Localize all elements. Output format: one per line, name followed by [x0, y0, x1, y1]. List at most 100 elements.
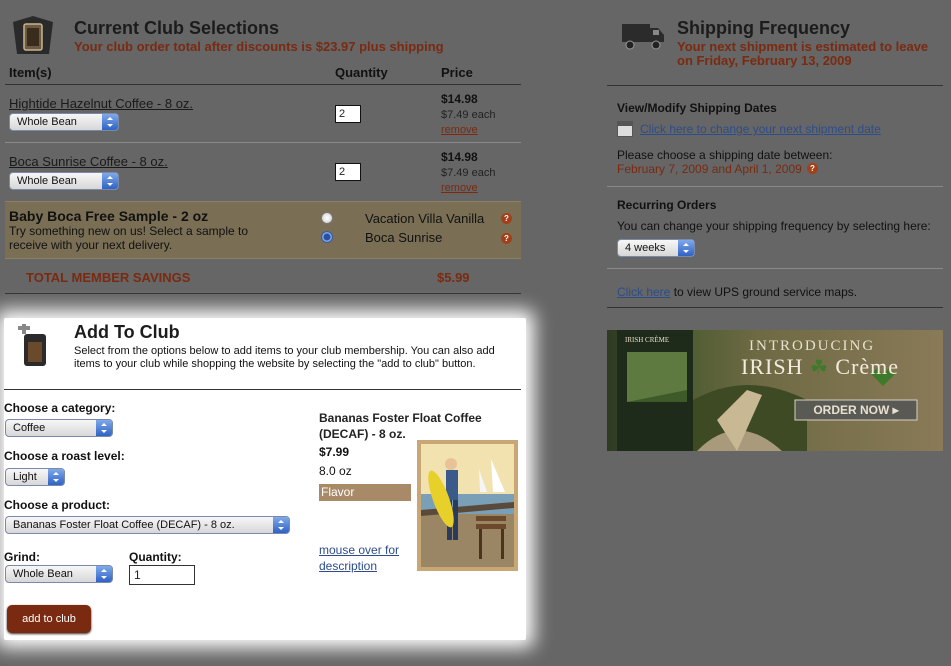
chevron-updown-icon [48, 469, 64, 485]
shamrock-icon: ☘ [809, 357, 829, 379]
calendar-icon[interactable] [617, 121, 633, 137]
roast-label: Choose a roast level: [4, 449, 125, 463]
irish-creme-banner[interactable]: IRISH CRÈME INTRODUCING IRISH ☘ Crème OR… [607, 330, 943, 451]
shipping-dates-text: Please choose a shipping date between: [617, 148, 833, 162]
quantity-input-row1[interactable]: 2 [335, 105, 361, 123]
sample-option-label: Boca Sunrise [365, 230, 443, 245]
order-now-button[interactable]: ORDER NOW ▸ [795, 400, 917, 420]
product-select[interactable]: Bananas Foster Float Coffee (DECAF) - 8 … [5, 516, 290, 534]
category-select-value: Coffee [13, 422, 46, 434]
product-image [417, 440, 518, 571]
recurring-text: You can change your shipping frequency b… [617, 219, 931, 233]
product-price: $7.99 [319, 445, 350, 459]
add-to-club-button[interactable]: add to club [7, 605, 91, 633]
column-header-price: Price [441, 65, 473, 80]
product-select-value: Bananas Foster Float Coffee (DECAF) - 8 … [13, 519, 235, 531]
chevron-updown-icon [102, 114, 118, 130]
shipping-subtitle-line2: on Friday, February 13, 2009 [677, 53, 852, 68]
chevron-updown-icon [678, 240, 694, 256]
ups-text: to view UPS ground service maps. [670, 285, 858, 299]
help-icon[interactable]: ? [807, 163, 818, 174]
quantity-input-row2[interactable]: 2 [335, 163, 361, 181]
product-name: Bananas Foster Float Coffee (DECAF) - 8 … [319, 410, 482, 442]
frequency-select[interactable]: 4 weeks [617, 239, 695, 257]
divider [5, 84, 521, 85]
help-icon[interactable]: ? [501, 213, 512, 224]
grind-label: Grind: [4, 550, 40, 564]
grind-select-row1[interactable]: Whole Bean [9, 113, 119, 131]
remove-link-row2[interactable]: remove [441, 182, 478, 194]
chevron-updown-icon [273, 517, 289, 533]
sample-description: Try something new on us! Select a sample… [9, 224, 249, 252]
mouseover-line: description [319, 559, 378, 573]
shipping-dates-heading: View/Modify Shipping Dates [617, 101, 777, 115]
divider [607, 268, 943, 269]
add-description: Select from the options below to add ite… [74, 345, 495, 370]
product-name-line: Bananas Foster Float Coffee [319, 411, 482, 425]
club-subtitle: Your club order total after discounts is… [74, 39, 444, 54]
quantity-label: Quantity: [129, 550, 182, 564]
grind-select-value: Whole Bean [17, 175, 77, 187]
divider [607, 186, 943, 187]
club-title: Current Club Selections [74, 18, 280, 38]
product-size: 8.0 oz [319, 464, 352, 478]
recurring-heading: Recurring Orders [617, 198, 717, 212]
shipping-subtitle-line1: Your next shipment is estimated to leave [677, 39, 929, 54]
item-link-hightide[interactable]: Hightide Hazelnut Coffee - 8 oz. [9, 96, 193, 111]
roast-select-value: Light [13, 471, 37, 483]
column-header-quantity: Quantity [335, 65, 388, 80]
ups-maps-link[interactable]: Click here [617, 285, 670, 299]
chevron-updown-icon [102, 173, 118, 189]
divider [4, 389, 521, 390]
frequency-select-value: 4 weeks [625, 242, 666, 254]
change-shipment-date-link[interactable]: Click here to change your next shipment … [640, 122, 881, 136]
divider [607, 85, 943, 86]
grind-select-value: Whole Bean [17, 116, 77, 128]
category-select[interactable]: Coffee [5, 419, 113, 437]
bag-label: IRISH CRÈME [625, 336, 670, 344]
shipping-title: Shipping Frequency [677, 18, 851, 38]
banner-brand-part: Crème [835, 354, 900, 379]
category-label: Choose a category: [4, 401, 116, 415]
divider [5, 293, 521, 294]
sample-radio-vanilla[interactable] [321, 212, 333, 224]
total-savings-label: TOTAL MEMBER SAVINGS [26, 270, 191, 285]
sample-radio-boca-sunrise[interactable] [321, 231, 333, 243]
item-unit-price: $7.49 each [441, 167, 496, 179]
calendar-header [618, 122, 632, 126]
product-label: Choose a product: [4, 498, 111, 512]
add-cup-icon [16, 322, 52, 368]
divider [607, 307, 943, 308]
grind-select-row2[interactable]: Whole Bean [9, 172, 119, 190]
flavor-bar: Flavor [319, 484, 411, 501]
column-header-item: Item(s) [9, 65, 52, 80]
item-link-boca-sunrise[interactable]: Boca Sunrise Coffee - 8 oz. [9, 154, 168, 169]
ups-line: Click here to view UPS ground service ma… [617, 285, 857, 299]
mouseover-line: mouse over for [319, 543, 400, 557]
chevron-updown-icon [96, 566, 112, 582]
help-icon[interactable]: ? [501, 233, 512, 244]
remove-link-row1[interactable]: remove [441, 124, 478, 136]
grind-select[interactable]: Whole Bean [5, 565, 113, 583]
banner-intro: INTRODUCING [749, 338, 876, 354]
total-savings-value: $5.99 [437, 270, 470, 285]
chevron-updown-icon [96, 420, 112, 436]
banner-brand-part: IRISH [741, 354, 804, 379]
add-to-club-panel: Add To Club Select from the options belo… [4, 318, 526, 640]
quantity-input[interactable]: 1 [129, 565, 195, 585]
item-price: $14.98 [441, 150, 478, 164]
sample-option-label: Vacation Villa Vanilla [365, 211, 485, 226]
item-unit-price: $7.49 each [441, 109, 496, 121]
banner-brand: IRISH ☘ Crème [741, 354, 899, 380]
grind-select-value: Whole Bean [13, 568, 73, 580]
divider [5, 142, 521, 143]
item-price: $14.98 [441, 92, 478, 106]
mouseover-description-link[interactable]: mouse over for description [319, 542, 399, 574]
shipping-dates-range: February 7, 2009 and April 1, 2009 [617, 162, 802, 176]
sample-title: Baby Boca Free Sample - 2 oz [9, 208, 209, 224]
truck-icon [622, 22, 664, 52]
club-cup-icon [9, 14, 57, 58]
roast-select[interactable]: Light [5, 468, 65, 486]
sample-row: Baby Boca Free Sample - 2 oz Try somethi… [5, 201, 521, 259]
add-title: Add To Club [74, 322, 180, 342]
